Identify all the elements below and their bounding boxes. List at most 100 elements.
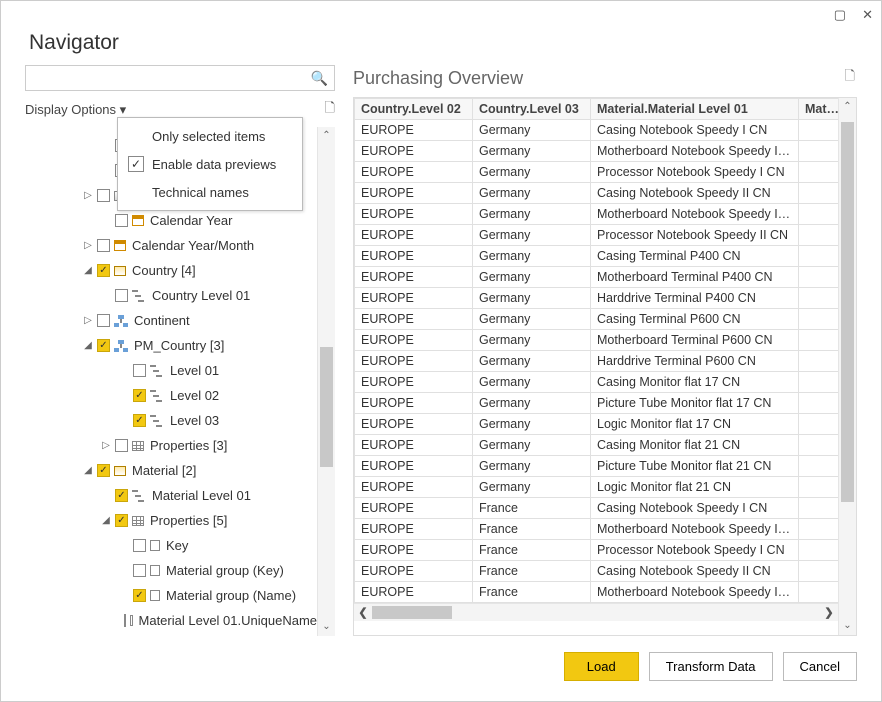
scroll-down-icon[interactable]: ⌄ (318, 618, 335, 636)
checkbox[interactable] (97, 264, 110, 277)
column-header[interactable]: Country.Level 02 (355, 99, 473, 120)
add-page-icon[interactable]: 🗋 (845, 67, 855, 89)
expander-icon[interactable]: ▷ (83, 315, 93, 326)
table-row[interactable]: EUROPEGermanyPicture Tube Monitor flat 1… (355, 393, 839, 414)
checkbox[interactable] (133, 589, 146, 602)
table-row[interactable]: EUROPEFranceCasing Notebook Speedy II CN (355, 561, 839, 582)
tree-node[interactable]: ◢Country [4] (25, 258, 317, 283)
table-row[interactable]: EUROPEGermanyPicture Tube Monitor flat 2… (355, 456, 839, 477)
expander-icon[interactable]: ▷ (101, 440, 111, 451)
expander-icon[interactable]: ◢ (101, 515, 111, 526)
scroll-thumb[interactable] (841, 122, 854, 502)
table-row[interactable]: EUROPEGermanyCasing Monitor flat 17 CN (355, 372, 839, 393)
menu-enable-previews[interactable]: ✓ Enable data previews (118, 150, 302, 178)
tree-node[interactable]: ▷Calendar Year/Month (25, 233, 317, 258)
tree-node[interactable]: Level 03 (25, 408, 317, 433)
cancel-button[interactable]: Cancel (783, 652, 857, 681)
table-row[interactable]: EUROPEGermanyCasing Monitor flat 21 CN (355, 435, 839, 456)
table-row[interactable]: EUROPEGermanyCasing Terminal P600 CN (355, 309, 839, 330)
checkbox[interactable] (115, 514, 128, 527)
table-row[interactable]: EUROPEGermanyLogic Monitor flat 17 CN (355, 414, 839, 435)
table-row[interactable]: EUROPEGermanyCasing Notebook Speedy I CN (355, 120, 839, 141)
grid-vscrollbar[interactable]: ⌃ ⌄ (838, 98, 856, 635)
checkbox[interactable] (133, 414, 146, 427)
display-options-dropdown[interactable]: Display Options ▾ (25, 102, 126, 118)
menu-technical-names[interactable]: ✓ Technical names (118, 178, 302, 206)
load-button[interactable]: Load (564, 652, 639, 681)
checkbox[interactable] (97, 189, 110, 202)
menu-only-selected[interactable]: ✓ Only selected items (118, 122, 302, 150)
checkbox[interactable] (97, 464, 110, 477)
checkbox[interactable] (133, 364, 146, 377)
refresh-icon[interactable]: 🗋 (325, 99, 335, 121)
table-row[interactable]: EUROPEGermanyMotherboard Terminal P600 C… (355, 330, 839, 351)
table-row[interactable]: EUROPEGermanyProcessor Notebook Speedy I… (355, 225, 839, 246)
table-row[interactable]: EUROPEGermanyMotherboard Notebook Speedy… (355, 141, 839, 162)
scroll-down-icon[interactable]: ⌄ (839, 617, 856, 635)
grid-icon (132, 441, 144, 451)
tree-node[interactable]: Material group (Name) (25, 583, 317, 608)
tree-node[interactable]: Material Level 01.UniqueName (25, 608, 317, 633)
table-row[interactable]: EUROPEFranceProcessor Notebook Speedy I … (355, 540, 839, 561)
search-box[interactable]: 🔍 (25, 65, 335, 91)
checkbox[interactable] (133, 539, 146, 552)
table-cell (799, 246, 839, 267)
tree-node[interactable]: Level 01 (25, 358, 317, 383)
checkbox[interactable] (115, 214, 128, 227)
search-icon[interactable]: 🔍 (311, 70, 328, 87)
table-row[interactable]: EUROPEGermanyCasing Notebook Speedy II C… (355, 183, 839, 204)
tree-node[interactable]: ◢PM_Country [3] (25, 333, 317, 358)
scroll-thumb[interactable] (372, 606, 452, 619)
checkbox[interactable] (115, 489, 128, 502)
expander-icon[interactable]: ▷ (83, 190, 93, 201)
table-row[interactable]: EUROPEGermanyProcessor Notebook Speedy I… (355, 162, 839, 183)
table-row[interactable]: EUROPEFranceCasing Notebook Speedy I CN (355, 498, 839, 519)
tree-node[interactable]: ▷Properties [3] (25, 433, 317, 458)
expander-icon[interactable]: ▷ (83, 240, 93, 251)
tree-node[interactable]: Material Level 01 (25, 483, 317, 508)
column-header[interactable]: Material (799, 99, 839, 120)
column-header[interactable]: Country.Level 03 (473, 99, 591, 120)
expander-icon[interactable]: ◢ (83, 465, 93, 476)
search-input[interactable] (32, 70, 311, 87)
tree-node[interactable]: ▷Continent (25, 308, 317, 333)
close-icon[interactable]: ✕ (862, 7, 873, 23)
checkbox[interactable] (115, 289, 128, 302)
tree-node[interactable]: Country Level 01 (25, 283, 317, 308)
grid-hscrollbar[interactable]: ❮ ❯ (354, 603, 838, 621)
tree-node[interactable]: Calendar Year (25, 208, 317, 233)
tree-node[interactable]: ◢Material [2] (25, 458, 317, 483)
table-row[interactable]: EUROPEGermanyHarddrive Terminal P600 CN (355, 351, 839, 372)
checkbox[interactable] (133, 389, 146, 402)
scroll-up-icon[interactable]: ⌃ (318, 127, 335, 145)
table-row[interactable]: EUROPEGermanyCasing Terminal P400 CN (355, 246, 839, 267)
table-row[interactable]: EUROPEGermanyMotherboard Notebook Speedy… (355, 204, 839, 225)
checkbox[interactable] (133, 564, 146, 577)
table-cell: Germany (473, 183, 591, 204)
checkbox[interactable] (115, 439, 128, 452)
scroll-thumb[interactable] (320, 347, 333, 467)
table-body: EUROPEGermanyCasing Notebook Speedy I CN… (355, 120, 839, 603)
expander-icon[interactable]: ◢ (83, 265, 93, 276)
checkbox[interactable] (97, 239, 110, 252)
table-row[interactable]: EUROPEFranceMotherboard Notebook Speedy … (355, 582, 839, 603)
tree-scrollbar[interactable]: ⌃ ⌄ (317, 127, 335, 636)
checkbox[interactable] (97, 339, 110, 352)
table-row[interactable]: EUROPEGermanyLogic Monitor flat 21 CN (355, 477, 839, 498)
table-row[interactable]: EUROPEFranceMotherboard Notebook Speedy … (355, 519, 839, 540)
checkbox[interactable] (97, 314, 110, 327)
maximize-icon[interactable]: ▢ (834, 7, 846, 23)
transform-data-button[interactable]: Transform Data (649, 652, 773, 681)
table-row[interactable]: EUROPEGermanyMotherboard Terminal P400 C… (355, 267, 839, 288)
tree-node[interactable]: ◢Properties [5] (25, 508, 317, 533)
scroll-up-icon[interactable]: ⌃ (839, 98, 856, 116)
tree-node[interactable]: Level 02 (25, 383, 317, 408)
table-row[interactable]: EUROPEGermanyHarddrive Terminal P400 CN (355, 288, 839, 309)
tree-node[interactable]: Key (25, 533, 317, 558)
column-header[interactable]: Material.Material Level 01 (591, 99, 799, 120)
tree-node[interactable]: Material group (Key) (25, 558, 317, 583)
expander-icon[interactable]: ◢ (83, 340, 93, 351)
scroll-right-icon[interactable]: ❯ (820, 604, 838, 621)
checkbox[interactable] (124, 614, 127, 627)
scroll-left-icon[interactable]: ❮ (354, 604, 372, 621)
